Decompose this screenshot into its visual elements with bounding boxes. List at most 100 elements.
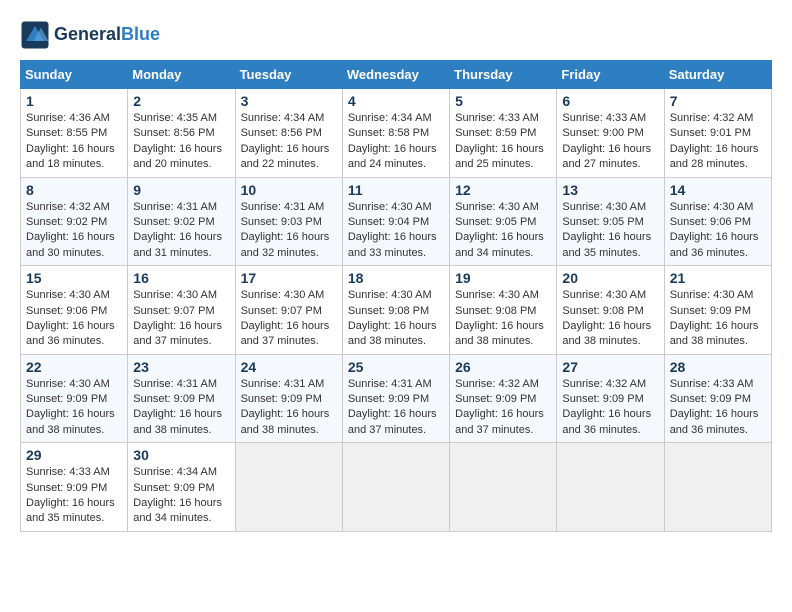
calendar-cell: 26 Sunrise: 4:32 AM Sunset: 9:09 PM Dayl… <box>450 354 557 443</box>
calendar-cell: 7 Sunrise: 4:32 AM Sunset: 9:01 PM Dayli… <box>664 89 771 178</box>
day-info: Sunrise: 4:31 AM Sunset: 9:03 PM Dayligh… <box>241 200 337 262</box>
day-info: Sunrise: 4:30 AM Sunset: 9:07 PM Dayligh… <box>133 288 229 350</box>
day-number: 7 <box>670 93 766 109</box>
day-number: 9 <box>133 182 229 198</box>
day-number: 11 <box>348 182 444 198</box>
col-header-sunday: Sunday <box>21 61 128 89</box>
day-number: 2 <box>133 93 229 109</box>
day-number: 20 <box>562 270 658 286</box>
day-number: 28 <box>670 359 766 375</box>
day-number: 8 <box>26 182 122 198</box>
day-info: Sunrise: 4:32 AM Sunset: 9:02 PM Dayligh… <box>26 200 122 262</box>
day-number: 24 <box>241 359 337 375</box>
logo-text: GeneralBlue <box>54 25 160 45</box>
day-info: Sunrise: 4:30 AM Sunset: 9:05 PM Dayligh… <box>562 200 658 262</box>
calendar-cell: 9 Sunrise: 4:31 AM Sunset: 9:02 PM Dayli… <box>128 177 235 266</box>
day-info: Sunrise: 4:30 AM Sunset: 9:08 PM Dayligh… <box>348 288 444 350</box>
col-header-monday: Monday <box>128 61 235 89</box>
day-number: 30 <box>133 447 229 463</box>
day-info: Sunrise: 4:30 AM Sunset: 9:08 PM Dayligh… <box>562 288 658 350</box>
day-info: Sunrise: 4:30 AM Sunset: 9:06 PM Dayligh… <box>670 200 766 262</box>
calendar-cell: 11 Sunrise: 4:30 AM Sunset: 9:04 PM Dayl… <box>342 177 449 266</box>
day-number: 23 <box>133 359 229 375</box>
calendar-cell: 18 Sunrise: 4:30 AM Sunset: 9:08 PM Dayl… <box>342 266 449 355</box>
day-info: Sunrise: 4:34 AM Sunset: 8:58 PM Dayligh… <box>348 111 444 173</box>
day-number: 22 <box>26 359 122 375</box>
calendar-cell: 21 Sunrise: 4:30 AM Sunset: 9:09 PM Dayl… <box>664 266 771 355</box>
page-header: GeneralBlue <box>20 20 772 50</box>
day-info: Sunrise: 4:34 AM Sunset: 9:09 PM Dayligh… <box>133 465 229 527</box>
day-number: 3 <box>241 93 337 109</box>
calendar-cell: 6 Sunrise: 4:33 AM Sunset: 9:00 PM Dayli… <box>557 89 664 178</box>
day-number: 10 <box>241 182 337 198</box>
calendar-cell: 27 Sunrise: 4:32 AM Sunset: 9:09 PM Dayl… <box>557 354 664 443</box>
calendar-cell: 28 Sunrise: 4:33 AM Sunset: 9:09 PM Dayl… <box>664 354 771 443</box>
day-info: Sunrise: 4:30 AM Sunset: 9:08 PM Dayligh… <box>455 288 551 350</box>
day-info: Sunrise: 4:31 AM Sunset: 9:09 PM Dayligh… <box>348 377 444 439</box>
col-header-saturday: Saturday <box>664 61 771 89</box>
calendar-cell: 29 Sunrise: 4:33 AM Sunset: 9:09 PM Dayl… <box>21 443 128 532</box>
calendar-cell: 30 Sunrise: 4:34 AM Sunset: 9:09 PM Dayl… <box>128 443 235 532</box>
calendar-cell: 15 Sunrise: 4:30 AM Sunset: 9:06 PM Dayl… <box>21 266 128 355</box>
calendar-cell: 8 Sunrise: 4:32 AM Sunset: 9:02 PM Dayli… <box>21 177 128 266</box>
day-number: 6 <box>562 93 658 109</box>
calendar-cell: 4 Sunrise: 4:34 AM Sunset: 8:58 PM Dayli… <box>342 89 449 178</box>
day-number: 12 <box>455 182 551 198</box>
day-info: Sunrise: 4:32 AM Sunset: 9:09 PM Dayligh… <box>455 377 551 439</box>
calendar-table: SundayMondayTuesdayWednesdayThursdayFrid… <box>20 60 772 532</box>
day-info: Sunrise: 4:33 AM Sunset: 9:09 PM Dayligh… <box>670 377 766 439</box>
calendar-cell <box>342 443 449 532</box>
day-info: Sunrise: 4:34 AM Sunset: 8:56 PM Dayligh… <box>241 111 337 173</box>
day-number: 19 <box>455 270 551 286</box>
calendar-cell: 20 Sunrise: 4:30 AM Sunset: 9:08 PM Dayl… <box>557 266 664 355</box>
logo-icon <box>20 20 50 50</box>
day-info: Sunrise: 4:33 AM Sunset: 9:09 PM Dayligh… <box>26 465 122 527</box>
day-info: Sunrise: 4:32 AM Sunset: 9:09 PM Dayligh… <box>562 377 658 439</box>
day-number: 26 <box>455 359 551 375</box>
calendar-cell: 13 Sunrise: 4:30 AM Sunset: 9:05 PM Dayl… <box>557 177 664 266</box>
col-header-tuesday: Tuesday <box>235 61 342 89</box>
day-info: Sunrise: 4:30 AM Sunset: 9:06 PM Dayligh… <box>26 288 122 350</box>
day-number: 27 <box>562 359 658 375</box>
day-info: Sunrise: 4:36 AM Sunset: 8:55 PM Dayligh… <box>26 111 122 173</box>
day-info: Sunrise: 4:33 AM Sunset: 9:00 PM Dayligh… <box>562 111 658 173</box>
day-number: 17 <box>241 270 337 286</box>
day-number: 5 <box>455 93 551 109</box>
calendar-cell: 2 Sunrise: 4:35 AM Sunset: 8:56 PM Dayli… <box>128 89 235 178</box>
day-info: Sunrise: 4:33 AM Sunset: 8:59 PM Dayligh… <box>455 111 551 173</box>
calendar-cell <box>557 443 664 532</box>
day-number: 29 <box>26 447 122 463</box>
day-number: 1 <box>26 93 122 109</box>
calendar-cell: 3 Sunrise: 4:34 AM Sunset: 8:56 PM Dayli… <box>235 89 342 178</box>
col-header-thursday: Thursday <box>450 61 557 89</box>
calendar-cell: 19 Sunrise: 4:30 AM Sunset: 9:08 PM Dayl… <box>450 266 557 355</box>
calendar-cell: 10 Sunrise: 4:31 AM Sunset: 9:03 PM Dayl… <box>235 177 342 266</box>
day-info: Sunrise: 4:30 AM Sunset: 9:07 PM Dayligh… <box>241 288 337 350</box>
col-header-friday: Friday <box>557 61 664 89</box>
day-info: Sunrise: 4:30 AM Sunset: 9:04 PM Dayligh… <box>348 200 444 262</box>
day-number: 16 <box>133 270 229 286</box>
calendar-cell: 23 Sunrise: 4:31 AM Sunset: 9:09 PM Dayl… <box>128 354 235 443</box>
day-info: Sunrise: 4:35 AM Sunset: 8:56 PM Dayligh… <box>133 111 229 173</box>
day-number: 4 <box>348 93 444 109</box>
calendar-cell: 22 Sunrise: 4:30 AM Sunset: 9:09 PM Dayl… <box>21 354 128 443</box>
col-header-wednesday: Wednesday <box>342 61 449 89</box>
day-info: Sunrise: 4:31 AM Sunset: 9:02 PM Dayligh… <box>133 200 229 262</box>
day-number: 18 <box>348 270 444 286</box>
calendar-cell: 24 Sunrise: 4:31 AM Sunset: 9:09 PM Dayl… <box>235 354 342 443</box>
calendar-cell: 12 Sunrise: 4:30 AM Sunset: 9:05 PM Dayl… <box>450 177 557 266</box>
calendar-cell: 16 Sunrise: 4:30 AM Sunset: 9:07 PM Dayl… <box>128 266 235 355</box>
calendar-cell: 14 Sunrise: 4:30 AM Sunset: 9:06 PM Dayl… <box>664 177 771 266</box>
day-info: Sunrise: 4:30 AM Sunset: 9:09 PM Dayligh… <box>670 288 766 350</box>
calendar-cell <box>235 443 342 532</box>
day-info: Sunrise: 4:32 AM Sunset: 9:01 PM Dayligh… <box>670 111 766 173</box>
day-number: 14 <box>670 182 766 198</box>
calendar-cell: 17 Sunrise: 4:30 AM Sunset: 9:07 PM Dayl… <box>235 266 342 355</box>
calendar-cell: 25 Sunrise: 4:31 AM Sunset: 9:09 PM Dayl… <box>342 354 449 443</box>
calendar-cell <box>450 443 557 532</box>
day-number: 21 <box>670 270 766 286</box>
day-info: Sunrise: 4:30 AM Sunset: 9:09 PM Dayligh… <box>26 377 122 439</box>
day-info: Sunrise: 4:31 AM Sunset: 9:09 PM Dayligh… <box>241 377 337 439</box>
day-number: 15 <box>26 270 122 286</box>
calendar-cell: 1 Sunrise: 4:36 AM Sunset: 8:55 PM Dayli… <box>21 89 128 178</box>
